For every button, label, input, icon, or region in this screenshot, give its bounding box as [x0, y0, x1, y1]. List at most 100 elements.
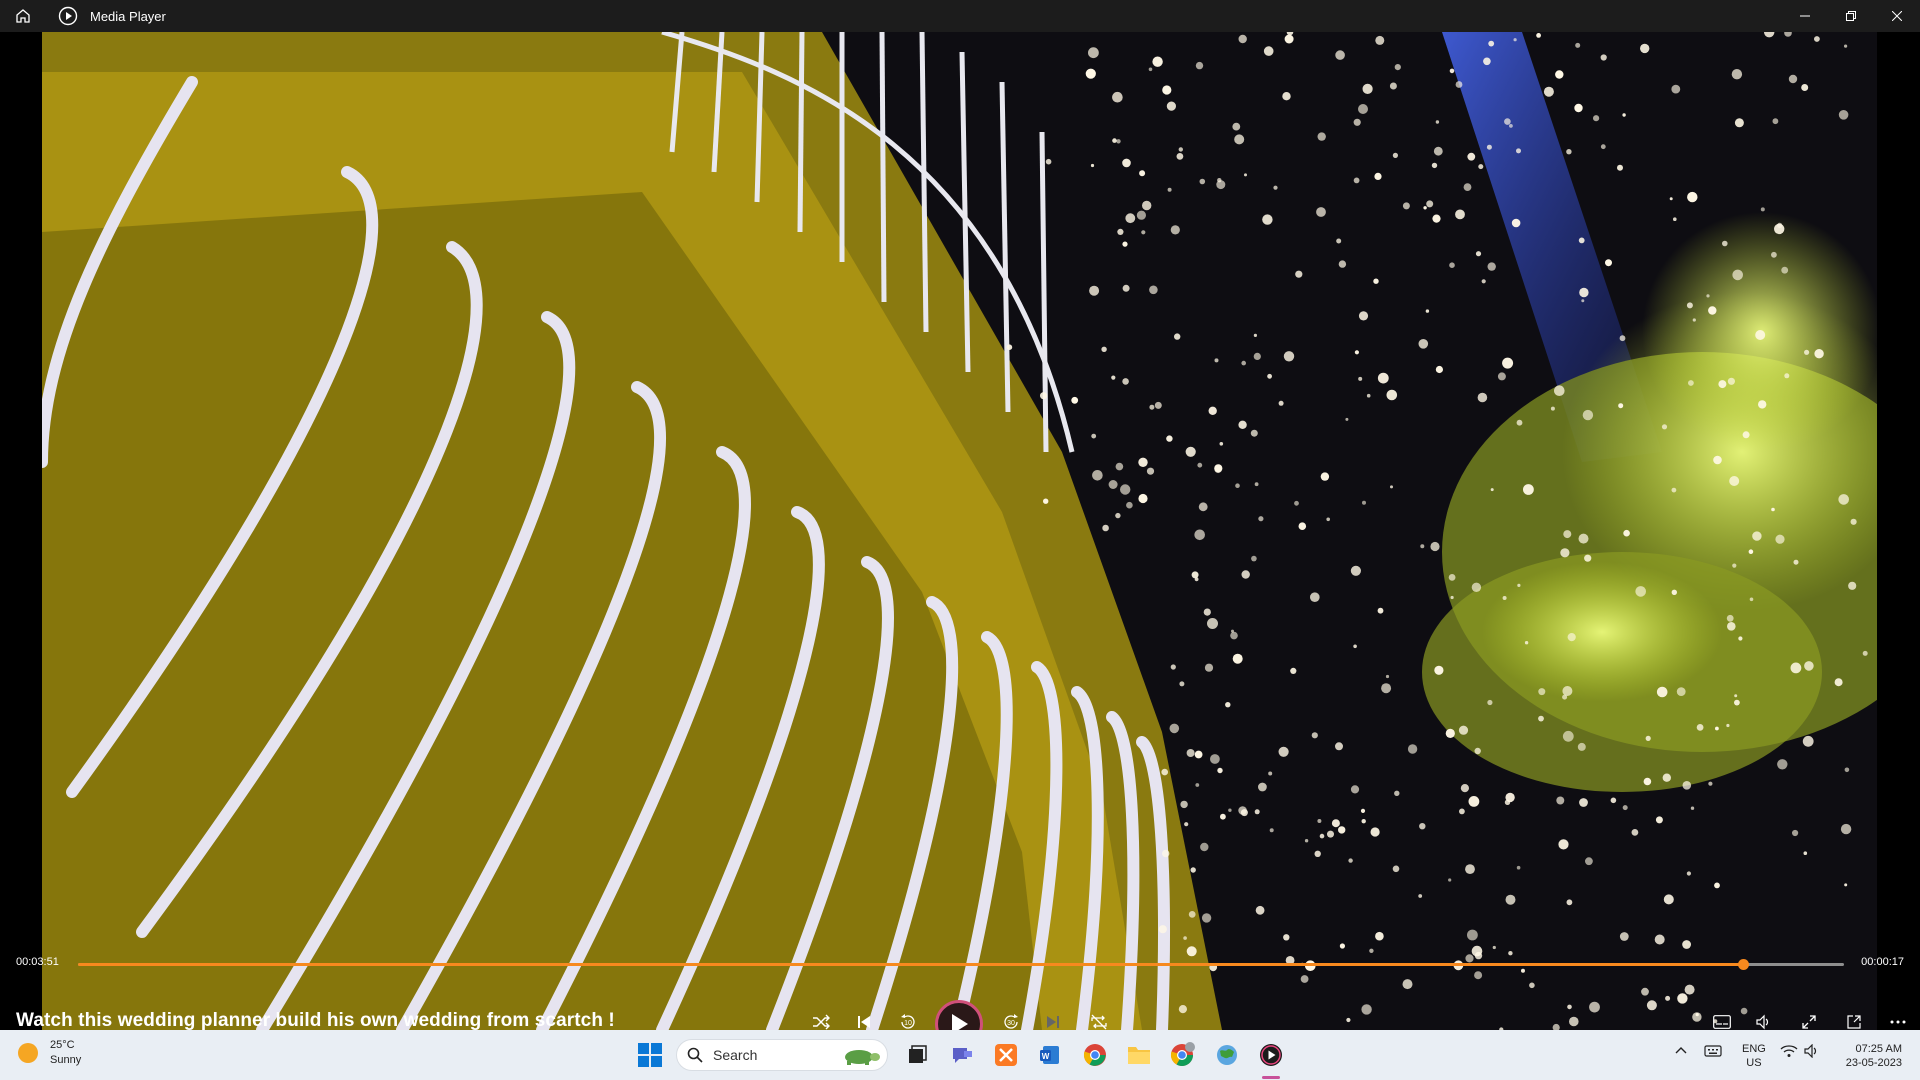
taskbar-search[interactable]: Search — [676, 1039, 888, 1071]
fairy-light — [1579, 287, 1589, 298]
restore-button[interactable] — [1828, 0, 1874, 32]
home-icon[interactable] — [12, 5, 34, 27]
previous-button[interactable] — [846, 1004, 882, 1030]
fairy-light — [1748, 549, 1754, 554]
fairy-light — [1790, 662, 1802, 674]
fairy-light — [1593, 115, 1600, 122]
remaining-time: 00:00:17 — [1861, 956, 1904, 968]
fairy-light — [1200, 842, 1209, 852]
shuffle-button[interactable] — [803, 1004, 839, 1030]
fairy-light — [1122, 284, 1130, 292]
word-button[interactable]: W — [1035, 1040, 1065, 1070]
chat-icon — [953, 1048, 972, 1063]
file-explorer-button[interactable] — [1124, 1040, 1154, 1070]
wifi-icon — [1780, 1045, 1798, 1057]
fairy-light — [1600, 144, 1606, 150]
volume-tray-button[interactable] — [1804, 1043, 1820, 1063]
fairy-light — [1432, 214, 1441, 223]
seek-thumb[interactable] — [1738, 959, 1750, 970]
fairy-light — [1504, 118, 1511, 125]
fairy-light — [1231, 629, 1234, 633]
language-indicator[interactable]: ENG US — [1742, 1042, 1766, 1070]
volume-button[interactable] — [1745, 1004, 1781, 1030]
task-view-button[interactable] — [902, 1040, 932, 1070]
fairy-light — [1294, 500, 1299, 506]
fairy-light — [1320, 472, 1330, 481]
chrome-profile-button[interactable] — [1168, 1040, 1198, 1070]
fairy-light — [1180, 800, 1188, 809]
fairy-light — [1631, 829, 1639, 836]
fairy-light — [1619, 335, 1626, 342]
fairy-light — [1263, 46, 1274, 56]
fairy-light — [1284, 34, 1294, 44]
captions-button[interactable] — [1704, 1004, 1740, 1030]
close-button[interactable] — [1874, 0, 1920, 32]
fairy-light — [1684, 984, 1695, 995]
fairy-light — [1197, 462, 1203, 468]
fairy-light — [1369, 948, 1374, 953]
fairy-light — [1267, 373, 1272, 379]
shuffle-icon — [813, 1014, 830, 1030]
fullscreen-button[interactable] — [1791, 1004, 1827, 1030]
fairy-light — [1225, 702, 1231, 708]
fairy-light — [1071, 396, 1079, 404]
fairy-light — [1241, 360, 1246, 366]
fairy-light — [1617, 164, 1623, 171]
keyboard-tray-button[interactable] — [1704, 1044, 1722, 1063]
repeat-off-button[interactable] — [1081, 1004, 1117, 1030]
fairy-light — [1529, 982, 1535, 989]
show-hidden-icons-button[interactable] — [1674, 1044, 1688, 1063]
more-options-button[interactable] — [1880, 1004, 1916, 1030]
fairy-light — [1420, 544, 1425, 549]
captions-icon — [1713, 1015, 1731, 1029]
fairy-light — [1040, 392, 1048, 400]
fairy-light — [1311, 732, 1318, 739]
fairy-light — [1146, 467, 1155, 475]
seek-bar[interactable] — [78, 959, 1844, 970]
fairy-light — [1253, 352, 1261, 360]
fairy-light — [1402, 979, 1413, 990]
fairy-light — [1793, 559, 1799, 565]
fairy-light — [1483, 57, 1491, 66]
wifi-tray-button[interactable] — [1780, 1044, 1798, 1063]
fairy-light — [1195, 783, 1200, 787]
forward-30-button[interactable]: 30 — [993, 1004, 1029, 1030]
fairy-light — [1235, 483, 1240, 489]
fairy-light — [1505, 792, 1515, 803]
fairy-light — [1158, 925, 1167, 934]
fairy-light — [1203, 608, 1211, 616]
fairy-light — [1174, 333, 1181, 340]
word-icon: W — [1040, 1046, 1059, 1064]
taskbar-clock[interactable]: 07:25 AM 23-05-2023 — [1834, 1042, 1902, 1070]
fairy-light — [1241, 570, 1250, 579]
fairy-light — [1169, 723, 1180, 734]
fairy-light — [1734, 694, 1738, 698]
miniplayer-button[interactable] — [1836, 1004, 1872, 1030]
next-button[interactable] — [1035, 1004, 1071, 1030]
start-button[interactable] — [638, 1043, 662, 1072]
fairy-light — [1433, 146, 1443, 156]
fairy-light — [1566, 899, 1573, 906]
teams-chat-button[interactable] — [947, 1040, 977, 1070]
maps-app-button[interactable] — [1212, 1040, 1242, 1070]
chrome-button[interactable] — [1080, 1040, 1110, 1070]
weather-widget[interactable]: 25°C Sunny — [18, 1038, 81, 1068]
media-player-taskbar-button[interactable] — [1256, 1040, 1286, 1070]
fairy-light — [1125, 213, 1136, 224]
rewind-10-button[interactable]: 10 — [890, 1004, 926, 1030]
fairy-light — [1671, 589, 1678, 595]
fairy-light — [1431, 162, 1438, 169]
play-button[interactable] — [935, 1000, 983, 1030]
fairy-light — [1578, 533, 1589, 544]
fairy-light — [1838, 494, 1849, 505]
fairy-light — [1585, 857, 1593, 866]
xampp-button[interactable] — [991, 1040, 1021, 1070]
fairy-light — [1201, 913, 1212, 923]
minimize-button[interactable] — [1782, 0, 1828, 32]
fairy-light — [1220, 813, 1226, 820]
fairy-light — [1814, 349, 1824, 359]
video-area[interactable]: 00:03:51 00:00:17 Watch this wedding pla… — [0, 32, 1920, 1030]
fairy-light — [1850, 518, 1857, 525]
fairy-light — [1435, 120, 1440, 124]
fairy-light — [1111, 375, 1116, 380]
